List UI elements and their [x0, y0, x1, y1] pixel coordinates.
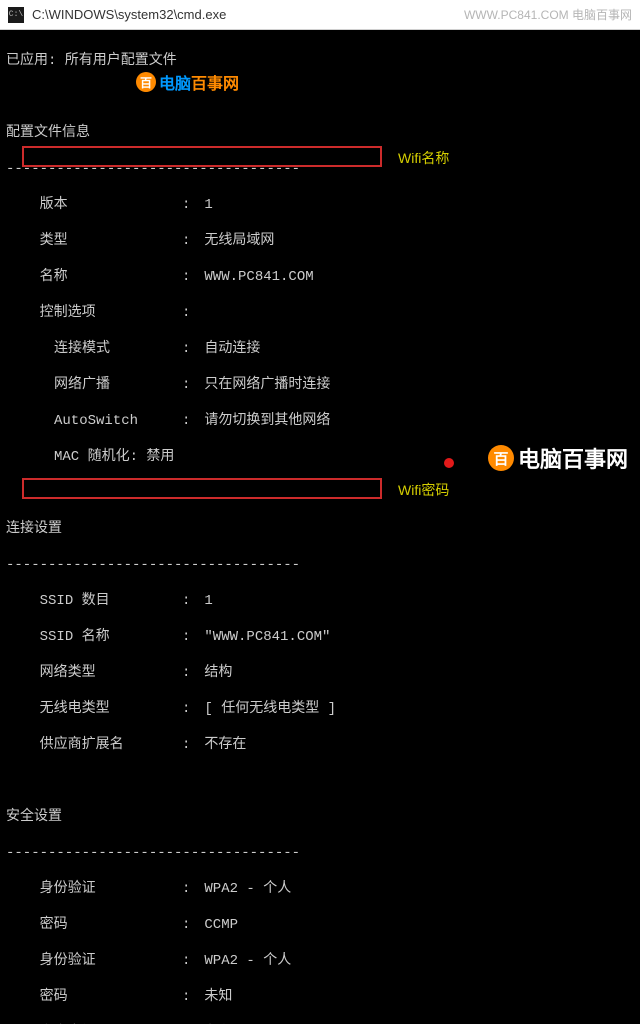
window-title: C:\WINDOWS\system32\cmd.exe — [32, 7, 464, 22]
row-nettype-value: 结构 — [204, 664, 232, 682]
row-radiotype-label: 无线电类型 — [6, 700, 182, 718]
titlebar[interactable]: C:\ C:\WINDOWS\system32\cmd.exe WWW.PC84… — [0, 0, 640, 30]
annotation-wifi-password: Wifi密码 — [398, 480, 449, 500]
row-ctrlopt-label: 控制选项 — [6, 304, 182, 322]
section-profile-header: 配置文件信息 — [6, 124, 634, 142]
row-netbroadcast-value: 只在网络广播时连接 — [204, 376, 330, 394]
row-type-value: 无线局域网 — [204, 232, 274, 250]
row-netbroadcast-label: 网络广播 — [6, 376, 182, 394]
row-radiotype-value: [ 任何无线电类型 ] — [204, 700, 336, 718]
row-cipher2-value: 未知 — [204, 988, 232, 1006]
row-auth2-value: WPA2 - 个人 — [204, 952, 291, 970]
row-vendorext-value: 不存在 — [204, 736, 246, 754]
site-logo-top: 百 电脑百事网 — [136, 70, 239, 94]
row-auth-value: WPA2 - 个人 — [204, 880, 291, 898]
row-ssidname-value: "WWW.PC841.COM" — [204, 628, 330, 646]
row-cipher2-label: 密码 — [6, 988, 182, 1006]
row-cipher-label: 密码 — [6, 916, 182, 934]
row-version-value: 1 — [204, 196, 212, 214]
divider: ----------------------------------- — [6, 160, 634, 178]
row-auth-label: 身份验证 — [6, 880, 182, 898]
globe-icon: 百 — [136, 72, 156, 92]
section-conn-header: 连接设置 — [6, 520, 634, 538]
divider: ----------------------------------- — [6, 556, 634, 574]
row-autoswitch-value: 请勿切换到其他网络 — [204, 412, 330, 430]
row-type-label: 类型 — [6, 232, 182, 250]
row-ssidname-label: SSID 名称 — [6, 628, 182, 646]
divider: ----------------------------------- — [6, 844, 634, 862]
row-name-label: 名称 — [6, 268, 182, 286]
row-autoswitch-label: AutoSwitch — [6, 412, 182, 430]
cmd-icon: C:\ — [8, 7, 24, 23]
red-dot-icon — [444, 458, 454, 468]
row-nettype-label: 网络类型 — [6, 664, 182, 682]
site-watermark: WWW.PC841.COM 电脑百事网 — [464, 6, 632, 23]
row-ssidcount-label: SSID 数目 — [6, 592, 182, 610]
globe-icon: 百 — [488, 445, 514, 471]
row-auth2-label: 身份验证 — [6, 952, 182, 970]
row-version-label: 版本 — [6, 196, 182, 214]
applied-line: 已应用: 所有用户配置文件 — [6, 52, 634, 70]
row-connmode-value: 自动连接 — [204, 340, 260, 358]
row-cipher-value: CCMP — [204, 916, 238, 934]
annotation-wifi-name: Wifi名称 — [398, 148, 449, 168]
row-connmode-label: 连接模式 — [6, 340, 182, 358]
row-ssidcount-value: 1 — [204, 592, 212, 610]
site-logo-bottom-text: 电脑百事网 — [518, 442, 628, 474]
row-vendorext-label: 供应商扩展名 — [6, 736, 182, 754]
section-security-header: 安全设置 — [6, 808, 634, 826]
row-name-value: WWW.PC841.COM — [204, 268, 313, 286]
row-macrandom-label: MAC 随机化: 禁用 — [6, 448, 182, 466]
terminal-output: 已应用: 所有用户配置文件 配置文件信息 -------------------… — [0, 30, 640, 1024]
site-logo-bottom: 百 电脑百事网 — [488, 442, 628, 474]
